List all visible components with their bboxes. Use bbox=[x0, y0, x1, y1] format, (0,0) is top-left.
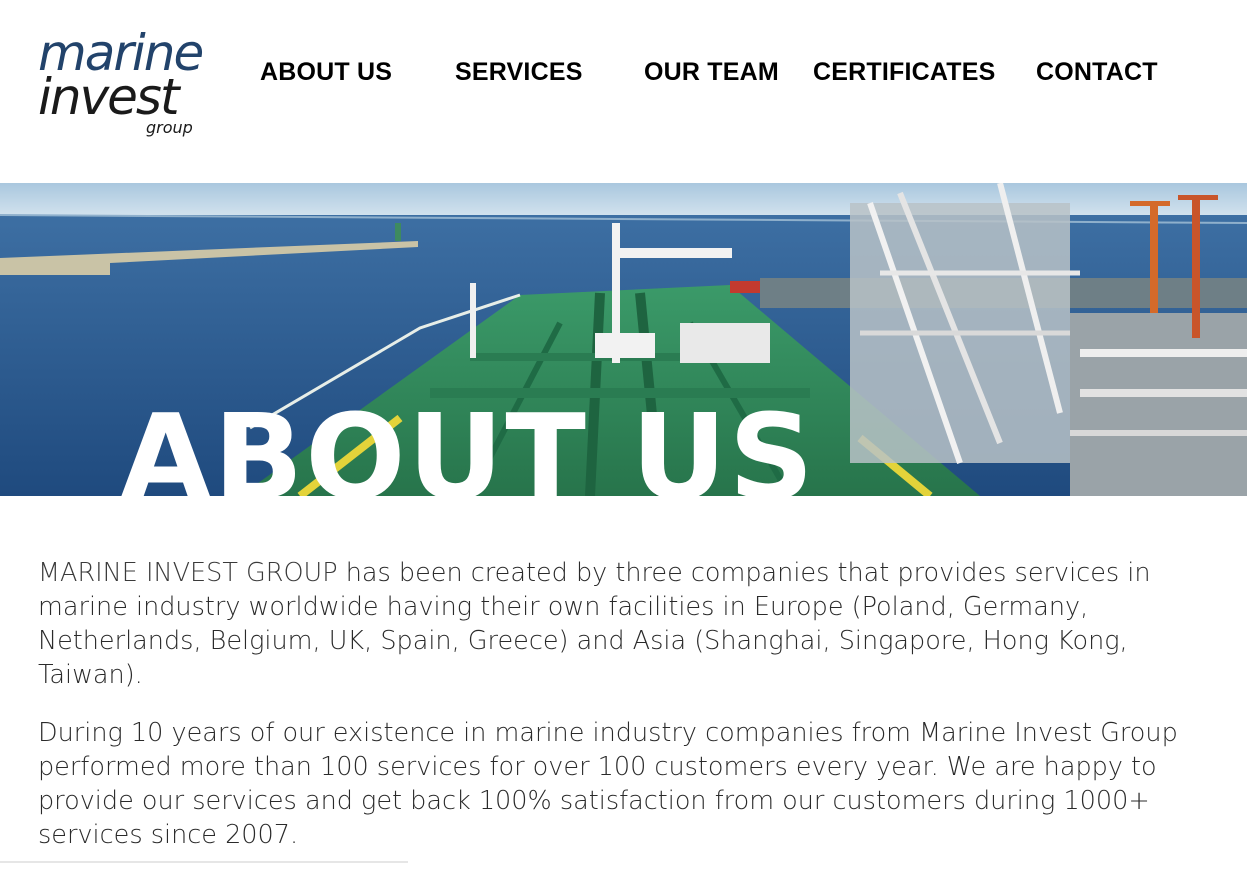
nav-services[interactable]: SERVICES bbox=[455, 58, 583, 87]
logo-text-group: group bbox=[146, 118, 193, 137]
site-header: marine invest group ABOUT US SERVICES OU… bbox=[0, 0, 1247, 183]
about-content: MARINE INVEST GROUP has been created by … bbox=[38, 556, 1213, 869]
hero-title: ABOUT US bbox=[120, 398, 816, 496]
company-logo[interactable]: marine invest group bbox=[36, 22, 236, 140]
nav-about-us[interactable]: ABOUT US bbox=[260, 58, 392, 87]
history-paragraph: During 10 years of our existence in mari… bbox=[38, 718, 1178, 850]
nav-our-team[interactable]: OUR TEAM bbox=[644, 58, 779, 87]
intro-paragraph: MARINE INVEST GROUP has been created by … bbox=[38, 556, 1213, 692]
logo-text-invest: invest bbox=[38, 68, 180, 126]
hero-banner: ABOUT US bbox=[0, 183, 1247, 496]
nav-certificates[interactable]: CERTIFICATES bbox=[813, 58, 996, 87]
company-name: MARINE INVEST GROUP bbox=[38, 558, 338, 588]
bottom-divider bbox=[0, 861, 408, 863]
nav-contact[interactable]: CONTACT bbox=[1036, 58, 1158, 87]
